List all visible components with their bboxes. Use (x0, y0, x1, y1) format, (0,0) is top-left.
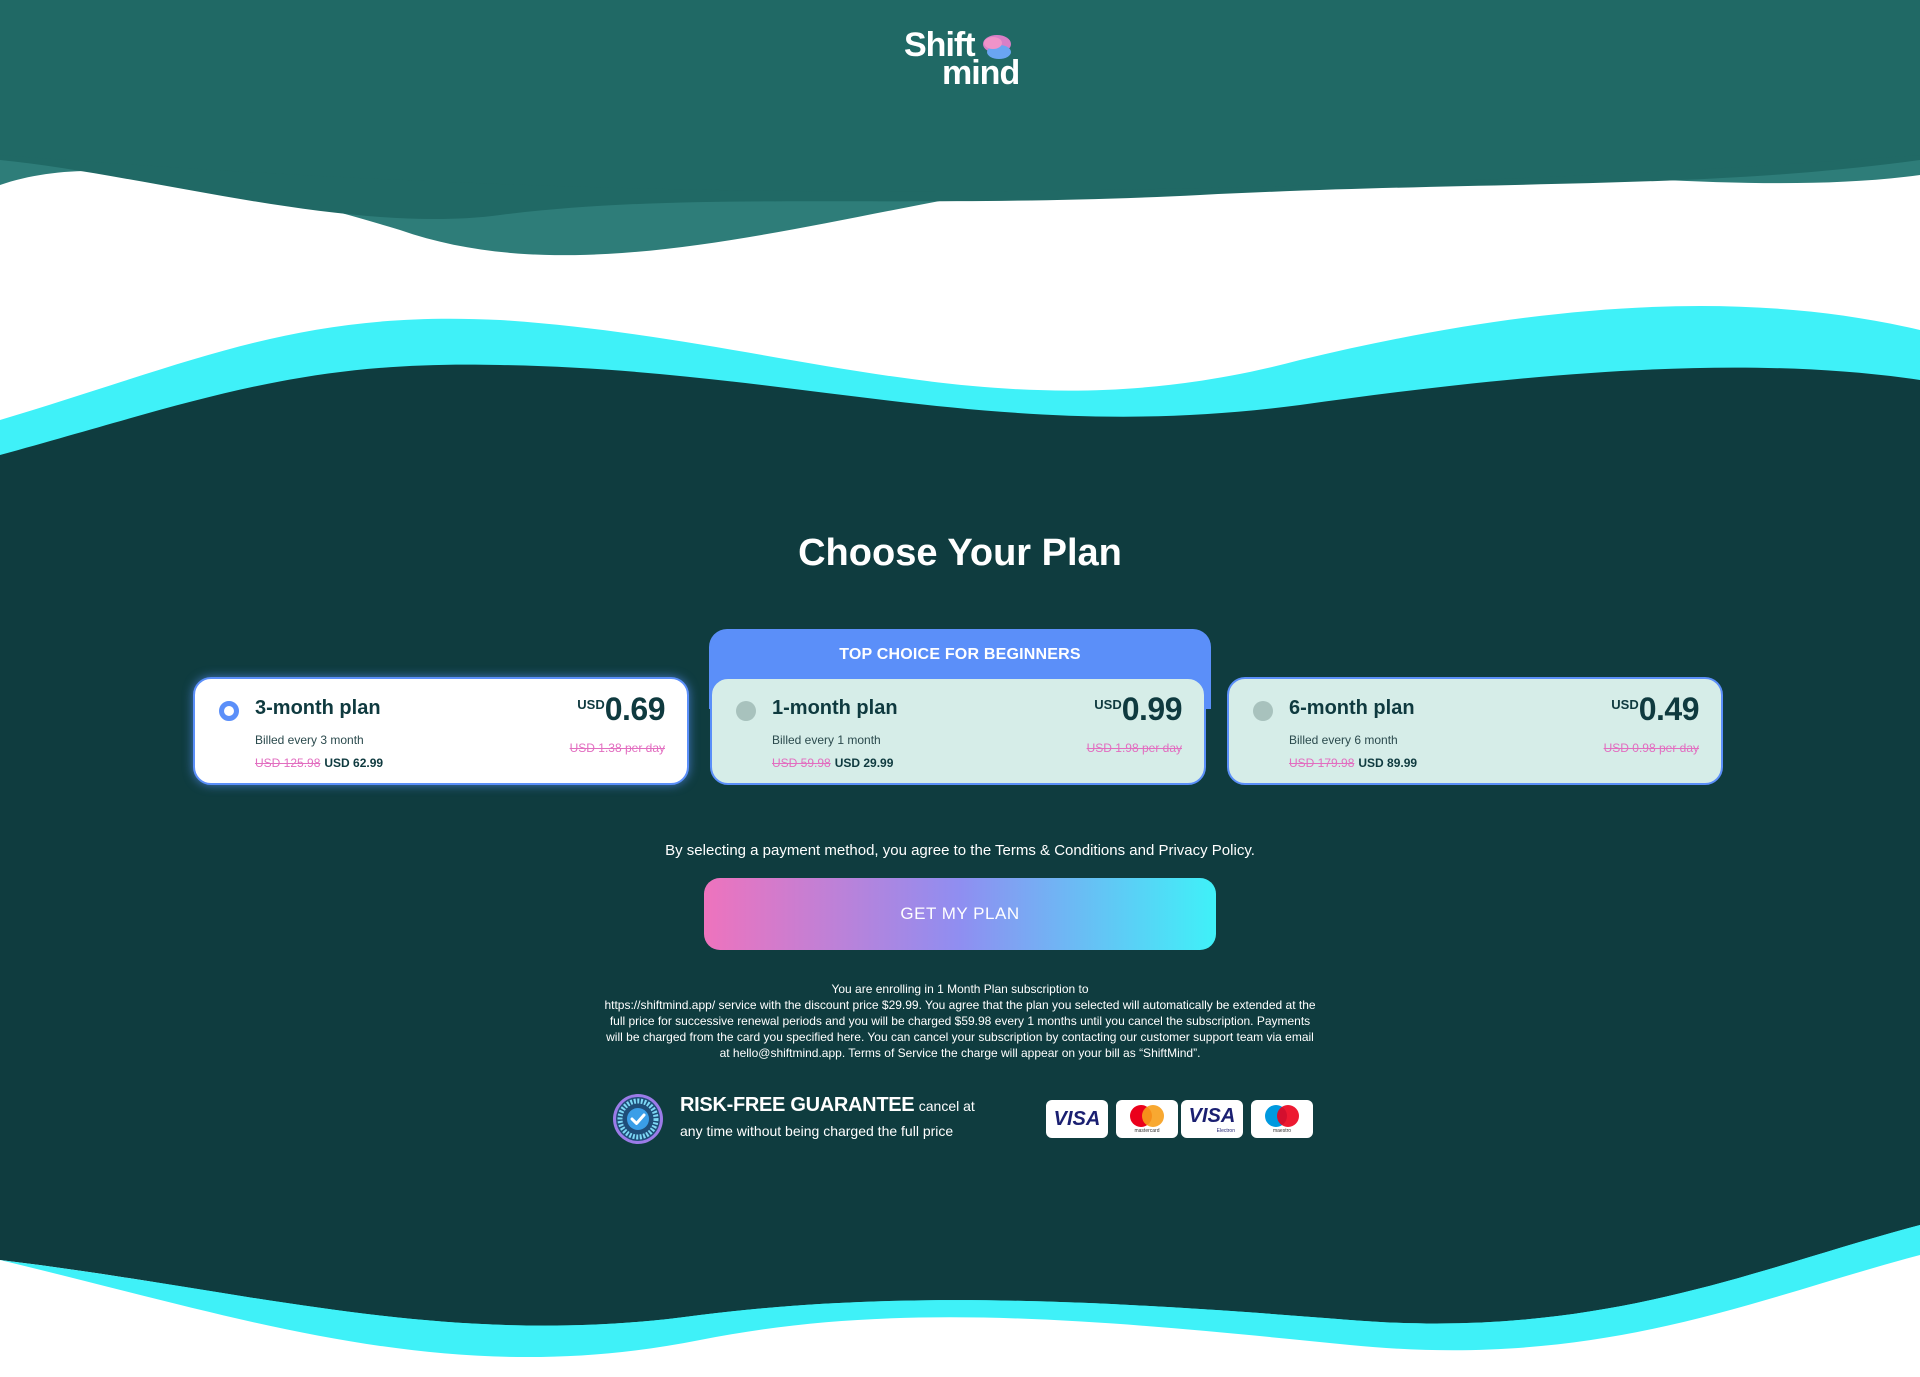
plan-per-day-amount: 0.99 (1121, 691, 1183, 727)
guarantee-title: RISK-FREE GUARANTEE (680, 1094, 915, 1116)
plan-per-day-amount: 0.49 (1638, 691, 1700, 727)
shiftmind-logo[interactable]: Shift mind (895, 26, 1035, 92)
plan-total-prices: USD 59.98 USD 29.99 (772, 756, 893, 770)
plan-card-3-month[interactable]: 3-month plan Billed every 3 month USD 12… (193, 677, 689, 785)
agreement-text: By selecting a payment method, you agree… (665, 842, 1255, 859)
plan-name: 3-month plan (255, 697, 381, 719)
plan-daily-price: USD0.99 (1094, 691, 1182, 728)
plan-old-total: USD 59.98 (772, 756, 831, 770)
mastercard-icon: mastercard (1116, 1100, 1178, 1138)
plan-old-total: USD 125.98 (255, 756, 321, 770)
subscription-terms-text: You are enrolling in 1 Month Plan subscr… (570, 981, 1350, 1061)
risk-free-guarantee: RISK-FREE GUARANTEE cancel at any time w… (680, 1093, 1010, 1144)
legal-line: will be charged from the card you specif… (606, 1030, 1314, 1044)
guarantee-text-part1: cancel at (918, 1098, 975, 1114)
maestro-label: maestro (1272, 1128, 1292, 1134)
guarantee-text-part2: any time without being charged the full … (680, 1123, 954, 1139)
visa-icon: VISA (1046, 1100, 1108, 1138)
plan-old-per-day: USD 1.98 per day (1086, 741, 1182, 755)
plan-old-per-day: USD 1.38 per day (569, 741, 665, 755)
mastercard-label: mastercard (1134, 1128, 1160, 1134)
money-back-guarantee-badge-icon (613, 1094, 663, 1144)
legal-line: full price for successive renewal period… (609, 1014, 1311, 1028)
plan-radio[interactable] (1253, 701, 1273, 721)
plan-old-per-day: USD 0.98 per day (1603, 741, 1699, 755)
maestro-circles (1265, 1105, 1299, 1127)
plan-per-day-amount: 0.69 (604, 691, 666, 727)
plan-radio-selected[interactable] (219, 701, 239, 721)
plan-billing-period: Billed every 6 month (1289, 733, 1398, 747)
get-my-plan-button[interactable]: GET MY PLAN (704, 878, 1216, 950)
plan-name: 1-month plan (772, 697, 898, 719)
plan-new-total: USD 29.99 (834, 756, 894, 770)
plan-currency: USD (1094, 697, 1122, 712)
plan-currency: USD (1611, 697, 1639, 712)
mastercard-circles (1130, 1105, 1164, 1127)
visa-electron-sublabel: Electron (1216, 1128, 1235, 1134)
logo-bubble-icon (983, 35, 1011, 59)
plan-daily-price: USD0.69 (577, 691, 665, 728)
visa-electron-icon: VISA Electron (1181, 1100, 1243, 1138)
plan-new-total: USD 62.99 (324, 756, 384, 770)
plan-total-prices: USD 179.98 USD 89.99 (1289, 756, 1417, 770)
plan-billing-period: Billed every 1 month (772, 733, 881, 747)
legal-line: https://shiftmind.app/ service with the … (604, 998, 1316, 1012)
top-choice-label: TOP CHOICE FOR BEGINNERS (839, 646, 1081, 663)
page-title: Choose Your Plan (798, 532, 1122, 574)
plan-currency: USD (577, 697, 605, 712)
plan-card-1-month[interactable]: 1-month plan Billed every 1 month USD 59… (710, 677, 1206, 785)
content-wave-background (0, 306, 1920, 1377)
plan-total-prices: USD 125.98 USD 62.99 (255, 756, 383, 770)
plan-billing-period: Billed every 3 month (255, 733, 364, 747)
legal-line: at hello@shiftmind.app. Terms of Service… (719, 1046, 1201, 1060)
plan-daily-price: USD0.49 (1611, 691, 1699, 728)
visa-label: VISA (1053, 1108, 1101, 1130)
maestro-icon: maestro (1251, 1100, 1313, 1138)
plan-new-total: USD 89.99 (1358, 756, 1418, 770)
plan-name: 6-month plan (1289, 697, 1415, 719)
plan-card-6-month[interactable]: 6-month plan Billed every 6 month USD 17… (1227, 677, 1723, 785)
plan-radio[interactable] (736, 701, 756, 721)
legal-line: You are enrolling in 1 Month Plan subscr… (831, 982, 1089, 996)
plan-old-total: USD 179.98 (1289, 756, 1355, 770)
visa-electron-label: VISA (1188, 1105, 1236, 1127)
